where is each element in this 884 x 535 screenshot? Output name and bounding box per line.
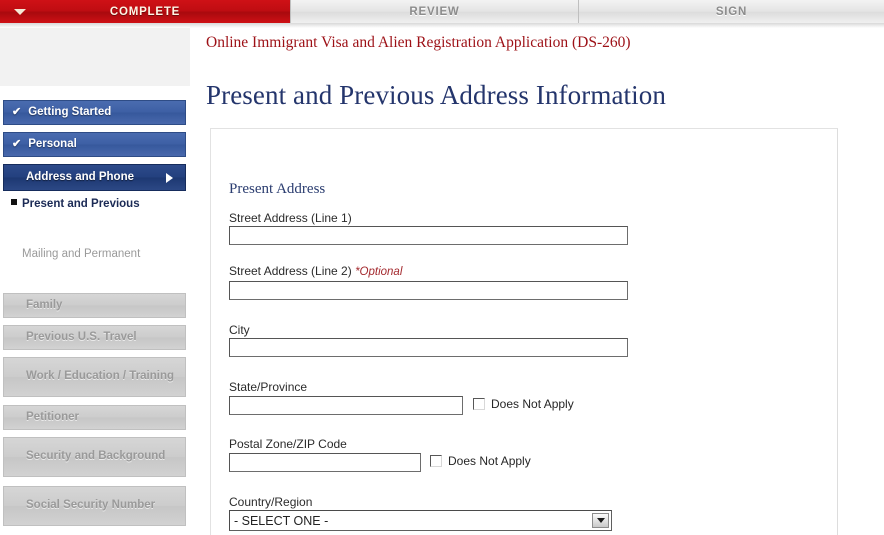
sidebar-item-previous-us-travel-label: Previous U.S. Travel bbox=[26, 330, 137, 343]
progress-tab-complete-label: COMPLETE bbox=[109, 5, 181, 18]
sidebar-item-social-security-number-label: Social Security Number bbox=[26, 499, 156, 512]
page-title: Present and Previous Address Information bbox=[206, 80, 666, 110]
sidebar-subitem-present-and-previous[interactable]: Present and Previous bbox=[11, 196, 172, 212]
check-icon: ✔ bbox=[12, 106, 22, 118]
sidebar-item-getting-started-label: Getting Started bbox=[28, 105, 112, 118]
country-region-label: Country/Region bbox=[229, 495, 313, 509]
sidebar-navigation: ✔ Getting Started ✔ Personal Address and… bbox=[0, 28, 196, 535]
sidebar-subitem-present-and-previous-label: Present and Previous bbox=[22, 198, 140, 210]
state-does-not-apply-label: Does Not Apply bbox=[491, 397, 574, 411]
main-content: Online Immigrant Visa and Alien Registra… bbox=[196, 28, 884, 535]
address-form-panel: Present Address Street Address (Line 1) … bbox=[210, 128, 838, 535]
sidebar-top-panel bbox=[0, 28, 190, 86]
postal-does-not-apply-checkbox[interactable] bbox=[430, 455, 442, 467]
sidebar-subitem-mailing-and-permanent[interactable]: Mailing and Permanent bbox=[22, 246, 172, 262]
caret-right-icon bbox=[166, 172, 173, 183]
sidebar-item-petitioner-label: Petitioner bbox=[26, 410, 80, 423]
progress-tab-sign-label: SIGN bbox=[715, 5, 748, 18]
street-address-line2-optional-note: *Optional bbox=[355, 266, 403, 278]
sidebar-item-address-and-phone-label: Address and Phone bbox=[26, 170, 134, 183]
sidebar-item-getting-started[interactable]: ✔ Getting Started bbox=[3, 100, 186, 125]
state-does-not-apply-checkbox-row[interactable]: Does Not Apply bbox=[473, 397, 574, 411]
postal-zip-input[interactable] bbox=[229, 453, 421, 472]
section-heading-present-address: Present Address bbox=[229, 181, 326, 197]
application-title: Online Immigrant Visa and Alien Registra… bbox=[206, 34, 631, 51]
street-address-line2-label-text: Street Address (Line 2) bbox=[229, 264, 352, 278]
sidebar-item-personal-label: Personal bbox=[28, 137, 77, 150]
progress-tab-sign[interactable]: SIGN bbox=[578, 0, 884, 23]
progress-tab-review[interactable]: REVIEW bbox=[290, 0, 578, 23]
street-address-line2-label: Street Address (Line 2) *Optional bbox=[229, 264, 402, 278]
city-label: City bbox=[229, 323, 250, 337]
country-region-dropdown-button[interactable] bbox=[592, 513, 609, 528]
city-input[interactable] bbox=[229, 338, 628, 357]
state-does-not-apply-checkbox[interactable] bbox=[473, 398, 485, 410]
chevron-down-icon bbox=[596, 518, 605, 523]
sidebar-item-security-and-background: Security and Background bbox=[3, 437, 186, 477]
sidebar-item-petitioner: Petitioner bbox=[3, 405, 186, 430]
country-region-select[interactable]: - SELECT ONE - bbox=[229, 510, 612, 531]
state-province-input[interactable] bbox=[229, 396, 463, 415]
country-region-selected-value: - SELECT ONE - bbox=[234, 513, 329, 528]
progress-tab-review-label: REVIEW bbox=[409, 5, 460, 18]
sidebar-item-work-education-training: Work / Education / Training bbox=[3, 357, 186, 397]
ds260-application-window: COMPLETE REVIEW SIGN ✔ Getting Started ✔… bbox=[0, 0, 884, 535]
triangle-down-icon bbox=[14, 9, 26, 15]
street-address-line1-label: Street Address (Line 1) bbox=[229, 211, 352, 225]
sidebar-item-family: Family bbox=[3, 293, 186, 318]
state-province-label: State/Province bbox=[229, 380, 308, 394]
check-icon: ✔ bbox=[12, 138, 22, 150]
sidebar-item-previous-us-travel: Previous U.S. Travel bbox=[3, 325, 186, 350]
bullet-square-icon bbox=[11, 199, 17, 205]
postal-does-not-apply-checkbox-row[interactable]: Does Not Apply bbox=[430, 454, 531, 468]
sidebar-item-social-security-number: Social Security Number bbox=[3, 486, 186, 526]
sidebar-item-family-label: Family bbox=[26, 298, 63, 311]
postal-does-not-apply-label: Does Not Apply bbox=[448, 454, 531, 468]
progress-tab-complete[interactable]: COMPLETE bbox=[0, 0, 290, 23]
sidebar-item-personal[interactable]: ✔ Personal bbox=[3, 132, 186, 157]
progress-tab-bar: COMPLETE REVIEW SIGN bbox=[0, 0, 884, 23]
sidebar-subitem-mailing-and-permanent-label: Mailing and Permanent bbox=[22, 248, 141, 260]
sidebar-item-address-and-phone[interactable]: Address and Phone bbox=[3, 164, 186, 191]
sidebar-item-work-education-training-label: Work / Education / Training bbox=[26, 370, 175, 383]
street-address-line2-input[interactable] bbox=[229, 281, 628, 300]
sidebar-item-security-and-background-label: Security and Background bbox=[26, 450, 166, 463]
postal-zip-label: Postal Zone/ZIP Code bbox=[229, 437, 347, 451]
street-address-line1-input[interactable] bbox=[229, 226, 628, 245]
